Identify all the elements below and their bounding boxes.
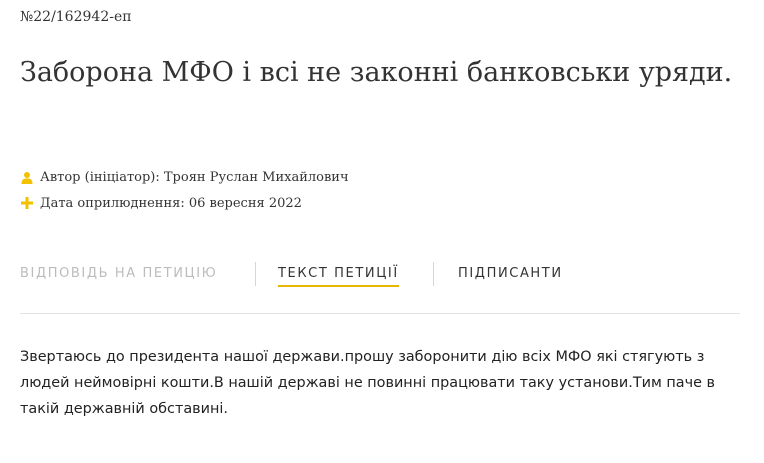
tab-separator [255, 262, 256, 286]
date-row: Дата оприлюднення: 06 вересня 2022 [20, 195, 302, 211]
tab-signers[interactable]: Підписанти [458, 266, 563, 281]
author-row: Автор (ініціатор): Троян Руслан Михайлов… [20, 169, 349, 185]
petition-number: №22/162942-еп [20, 9, 132, 25]
author-label: Автор (ініціатор): Троян Руслан Михайлов… [40, 169, 349, 185]
tab-petition-text[interactable]: Текст петиції [278, 266, 399, 287]
tab-separator [433, 262, 434, 286]
user-icon [20, 169, 34, 185]
petition-body: Звертаюсь до президента нашої держави.пр… [20, 349, 716, 417]
tab-answer[interactable]: Відповідь на петицію [20, 266, 217, 281]
plus-icon [20, 195, 34, 211]
petition-tabs: Відповідь на петицію Текст петиції Підпи… [20, 262, 740, 290]
content-divider [20, 313, 740, 314]
petition-title: Заборона МФО і всі не законні банковськи… [20, 57, 733, 88]
publish-date-label: Дата оприлюднення: 06 вересня 2022 [40, 195, 302, 211]
